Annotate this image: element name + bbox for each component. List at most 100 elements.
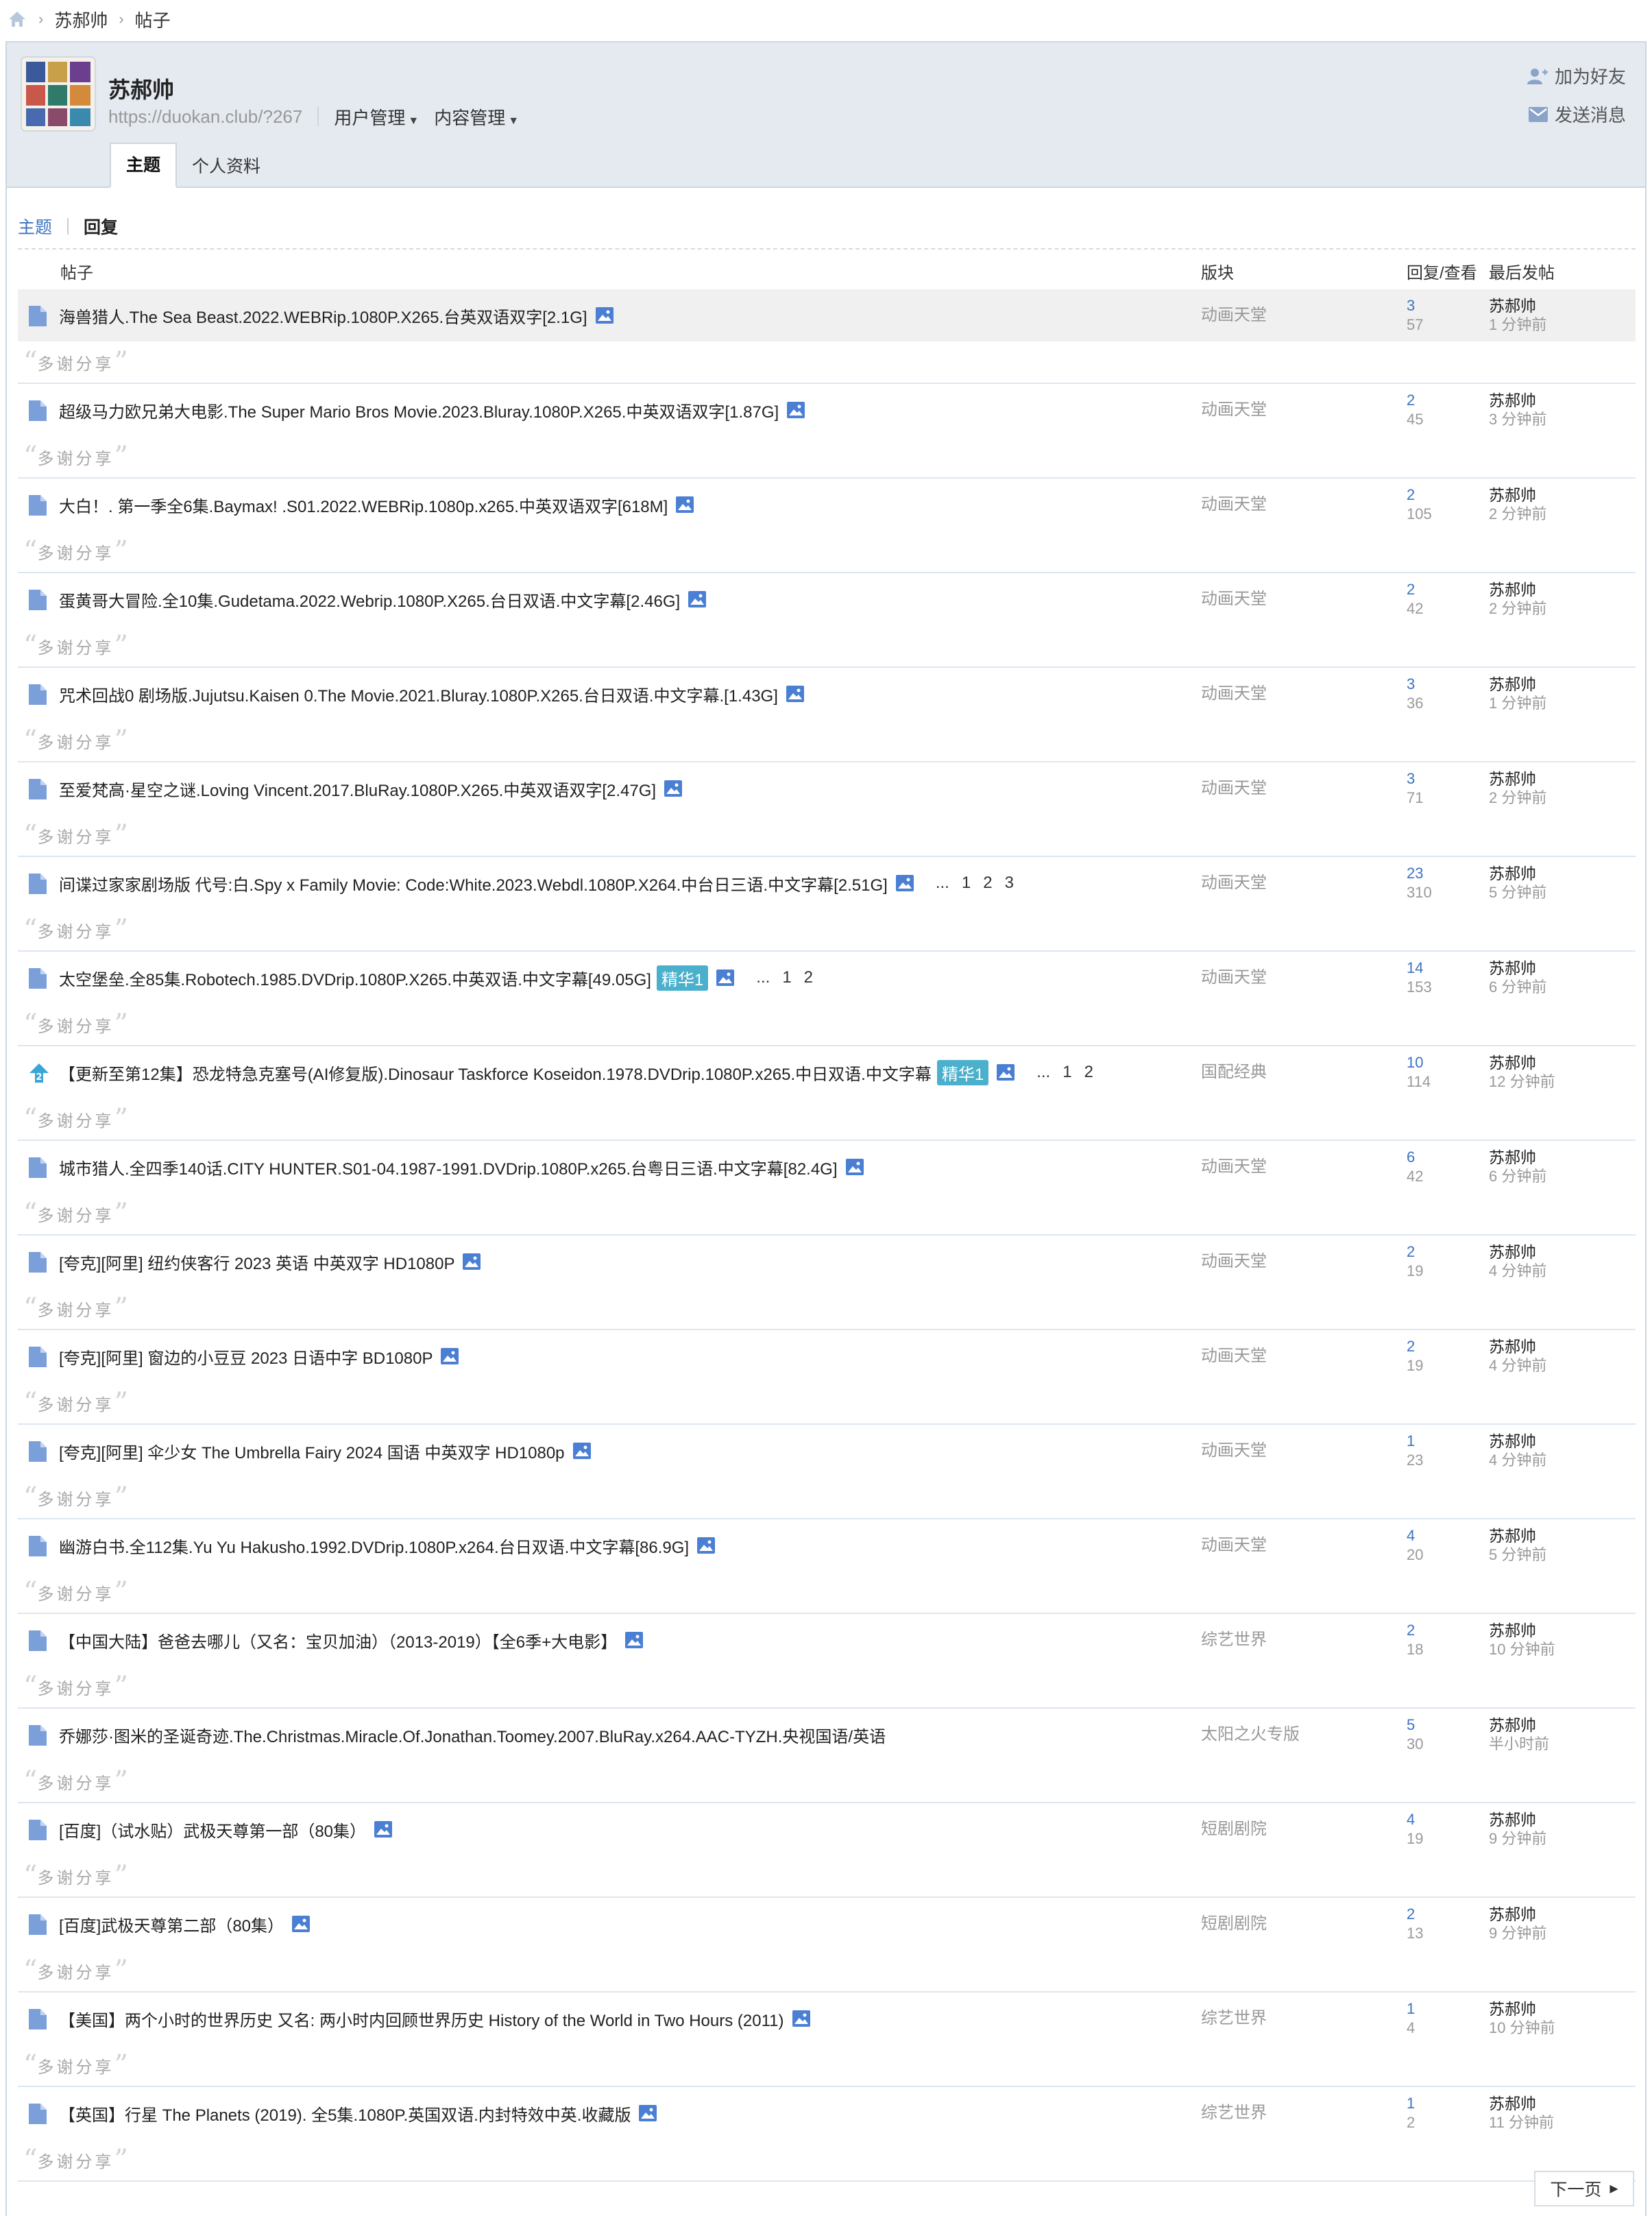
reply-quote[interactable]: “多谢分享”: [23, 1573, 128, 1611]
tab-profile[interactable]: 个人资料: [177, 145, 276, 188]
document-icon[interactable]: [29, 874, 47, 898]
last-post-time[interactable]: 10 分钟前: [1489, 2019, 1555, 2038]
thread-page-link[interactable]: 2: [1084, 1063, 1093, 1081]
thread-forum[interactable]: 动画天堂: [1201, 762, 1267, 815]
reply-count[interactable]: 2: [1407, 1242, 1423, 1262]
last-post-time[interactable]: 9 分钟前: [1489, 1829, 1546, 1848]
reply-quote[interactable]: “多谢分享”: [23, 816, 128, 854]
document-icon[interactable]: [29, 968, 47, 992]
last-post-user[interactable]: 苏郝帅: [1489, 959, 1546, 978]
reply-quote[interactable]: “多谢分享”: [23, 1951, 128, 1990]
thread-title[interactable]: 乔娜莎·图米的圣诞奇迹.The.Christmas.Miracle.Of.Jon…: [59, 1723, 886, 1747]
reply-quote[interactable]: “多谢分享”: [23, 2046, 128, 2084]
thread-title[interactable]: 大白！. 第一季全6集.Baymax! .S01.2022.WEBRip.108…: [59, 493, 668, 517]
thread-forum[interactable]: 动画天堂: [1201, 1425, 1267, 1477]
last-post-user[interactable]: 苏郝帅: [1489, 1337, 1546, 1356]
last-post-user[interactable]: 苏郝帅: [1489, 1905, 1546, 1924]
reply-quote[interactable]: “多谢分享”: [23, 1384, 128, 1422]
thread-title[interactable]: [夸克][阿里] 伞少女 The Umbrella Fairy 2024 国语 …: [59, 1439, 565, 1463]
reply-quote[interactable]: “多谢分享”: [23, 1289, 128, 1327]
last-post-time[interactable]: 11 分钟前: [1489, 2113, 1554, 2132]
thread-title[interactable]: [夸克][阿里] 纽约侠客行 2023 英语 中英双字 HD1080P: [59, 1250, 454, 1274]
thread-page-link[interactable]: 2: [983, 874, 992, 892]
thread-title[interactable]: 幽游白书.全112集.Yu Yu Hakusho.1992.DVDrip.108…: [59, 1534, 689, 1558]
thread-title[interactable]: 【中国大陆】爸爸去哪儿（又名：宝贝加油）（2013-2019）【全6季+大电影】: [59, 1628, 617, 1652]
document-icon[interactable]: [29, 1725, 47, 1749]
reply-quote[interactable]: “多谢分享”: [23, 627, 128, 665]
document-icon[interactable]: [29, 2009, 47, 2033]
last-post-user[interactable]: 苏郝帅: [1489, 864, 1546, 883]
avatar[interactable]: [22, 58, 95, 130]
reply-count[interactable]: 5: [1407, 1715, 1423, 1735]
thread-forum[interactable]: 动画天堂: [1201, 1330, 1267, 1382]
document-icon[interactable]: [29, 1630, 47, 1654]
thread-title[interactable]: 间谍过家家剧场版 代号:白.Spy x Family Movie: Code:W…: [59, 871, 888, 895]
thread-page-link[interactable]: 1: [782, 968, 791, 987]
reply-count[interactable]: 2: [1407, 1621, 1423, 1640]
thread-forum[interactable]: 动画天堂: [1201, 857, 1267, 909]
reply-quote[interactable]: “多谢分享”: [23, 1762, 128, 1801]
reply-count[interactable]: 3: [1407, 769, 1423, 788]
last-post-time[interactable]: 4 分钟前: [1489, 1451, 1546, 1470]
reply-count[interactable]: 2: [1407, 391, 1423, 410]
thread-title[interactable]: 【更新至第12集】恐龙特急克塞号(AI修复版).Dinosaur Taskfor…: [59, 1061, 932, 1085]
thread-title[interactable]: 至爱梵高·星空之谜.Loving Vincent.2017.BluRay.108…: [59, 777, 656, 801]
last-post-user[interactable]: 苏郝帅: [1489, 1621, 1555, 1640]
last-post-user[interactable]: 苏郝帅: [1489, 296, 1546, 315]
update-arrow-icon[interactable]: 2: [29, 1063, 49, 1087]
last-post-time[interactable]: 6 分钟前: [1489, 978, 1546, 997]
content-manage-dropdown[interactable]: 内容管理 ▼: [434, 104, 519, 130]
last-post-time[interactable]: 5 分钟前: [1489, 883, 1546, 902]
thread-forum[interactable]: 动画天堂: [1201, 1519, 1267, 1571]
document-icon[interactable]: [29, 1914, 47, 1938]
thread-forum[interactable]: 国配经典: [1201, 1046, 1267, 1098]
thread-forum[interactable]: 动画天堂: [1201, 668, 1267, 720]
reply-count[interactable]: 10: [1407, 1053, 1431, 1072]
next-page-button[interactable]: 下一页 ▶: [1534, 2171, 1634, 2206]
last-post-time[interactable]: 2 分钟前: [1489, 599, 1546, 618]
reply-count[interactable]: 1: [1407, 1999, 1415, 2019]
thread-title[interactable]: 【英国】行星 The Planets (2019). 全5集.1080P.英国双…: [59, 2101, 631, 2125]
last-post-user[interactable]: 苏郝帅: [1489, 2094, 1554, 2113]
last-post-user[interactable]: 苏郝帅: [1489, 1810, 1546, 1829]
last-post-time[interactable]: 10 分钟前: [1489, 1640, 1555, 1659]
thread-forum[interactable]: 综艺世界: [1201, 2087, 1267, 2139]
thread-page-link[interactable]: 1: [962, 874, 971, 892]
document-icon[interactable]: [29, 1441, 47, 1465]
thread-title[interactable]: 海兽猎人.The Sea Beast.2022.WEBRip.1080P.X26…: [59, 304, 587, 328]
document-icon[interactable]: [29, 2104, 47, 2128]
reply-quote[interactable]: “多谢分享”: [23, 437, 128, 476]
thread-forum[interactable]: 动画天堂: [1201, 1236, 1267, 1288]
reply-quote[interactable]: “多谢分享”: [23, 1667, 128, 1706]
reply-count[interactable]: 1: [1407, 1432, 1423, 1451]
reply-count[interactable]: 2: [1407, 1905, 1423, 1924]
thread-forum[interactable]: 动画天堂: [1201, 479, 1267, 531]
last-post-time[interactable]: 6 分钟前: [1489, 1167, 1546, 1186]
thread-title[interactable]: 太空堡垒.全85集.Robotech.1985.DVDrip.1080P.X26…: [59, 966, 651, 990]
thread-title[interactable]: [百度]（试水贴）武极天尊第一部（80集）: [59, 1818, 366, 1842]
document-icon[interactable]: [29, 400, 47, 424]
last-post-time[interactable]: 4 分钟前: [1489, 1356, 1546, 1375]
last-post-user[interactable]: 苏郝帅: [1489, 1526, 1546, 1545]
reply-count[interactable]: 6: [1407, 1148, 1423, 1167]
last-post-time[interactable]: 1 分钟前: [1489, 694, 1546, 713]
last-post-time[interactable]: 3 分钟前: [1489, 410, 1546, 429]
thread-page-link[interactable]: 2: [804, 968, 813, 987]
thread-page-link[interactable]: 3: [1005, 874, 1014, 892]
last-post-user[interactable]: 苏郝帅: [1489, 1242, 1546, 1262]
reply-count[interactable]: 4: [1407, 1810, 1423, 1829]
reply-count[interactable]: 4: [1407, 1526, 1423, 1545]
thread-title[interactable]: 超级马力欧兄弟大电影.The Super Mario Bros Movie.20…: [59, 398, 779, 422]
thread-forum[interactable]: 动画天堂: [1201, 384, 1267, 436]
thread-title[interactable]: 【美国】两个小时的世界历史 又名: 两小时内回顾世界历史 History of …: [59, 2007, 784, 2031]
last-post-time[interactable]: 2 分钟前: [1489, 788, 1546, 808]
thread-title[interactable]: 咒术回战0 剧场版.Jujutsu.Kaisen 0.The Movie.202…: [59, 682, 778, 706]
last-post-user[interactable]: 苏郝帅: [1489, 1999, 1555, 2019]
last-post-time[interactable]: 9 分钟前: [1489, 1924, 1546, 1943]
last-post-user[interactable]: 苏郝帅: [1489, 1432, 1546, 1451]
add-friend-button[interactable]: 加为好友: [1527, 63, 1626, 88]
last-post-time[interactable]: 4 分钟前: [1489, 1262, 1546, 1281]
thread-title[interactable]: 蛋黄哥大冒险.全10集.Gudetama.2022.Webrip.1080P.X…: [59, 588, 680, 612]
last-post-user[interactable]: 苏郝帅: [1489, 485, 1546, 505]
reply-quote[interactable]: “多谢分享”: [23, 911, 128, 949]
